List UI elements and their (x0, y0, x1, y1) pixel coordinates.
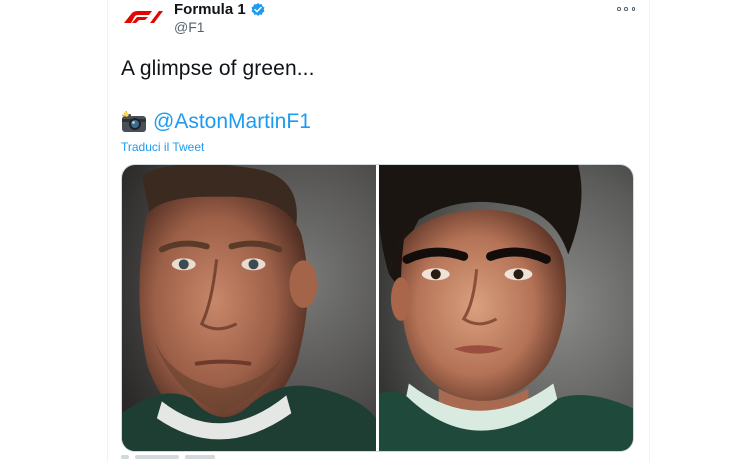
tweet-page: Formula 1 @F1 A glimpse of green... @Ast… (0, 0, 738, 462)
author-name[interactable]: Formula 1 (174, 1, 266, 19)
more-options-icon[interactable] (617, 2, 635, 16)
camera-flash-emoji-icon (121, 111, 146, 132)
photo-2[interactable] (379, 165, 633, 451)
driver-portrait-2-image (379, 165, 633, 451)
mention-line: @AstonMartinF1 (121, 109, 311, 135)
footer-text-partial-2 (185, 455, 215, 459)
f1-logo-icon[interactable] (122, 4, 164, 30)
footer-icon-partial (121, 455, 129, 459)
driver-portrait-1-image (122, 165, 376, 451)
author-handle[interactable]: @F1 (174, 19, 205, 35)
translate-tweet-link[interactable]: Traduci il Tweet (121, 140, 204, 154)
media-grid (121, 164, 634, 452)
author-name-text[interactable]: Formula 1 (174, 1, 246, 19)
verified-badge-icon (251, 3, 265, 16)
photo-1[interactable] (122, 165, 376, 451)
tweet-footer-partial (121, 455, 321, 462)
tweet-text: A glimpse of green... (121, 57, 315, 80)
footer-text-partial (135, 455, 179, 459)
mention-link[interactable]: @AstonMartinF1 (153, 109, 311, 135)
